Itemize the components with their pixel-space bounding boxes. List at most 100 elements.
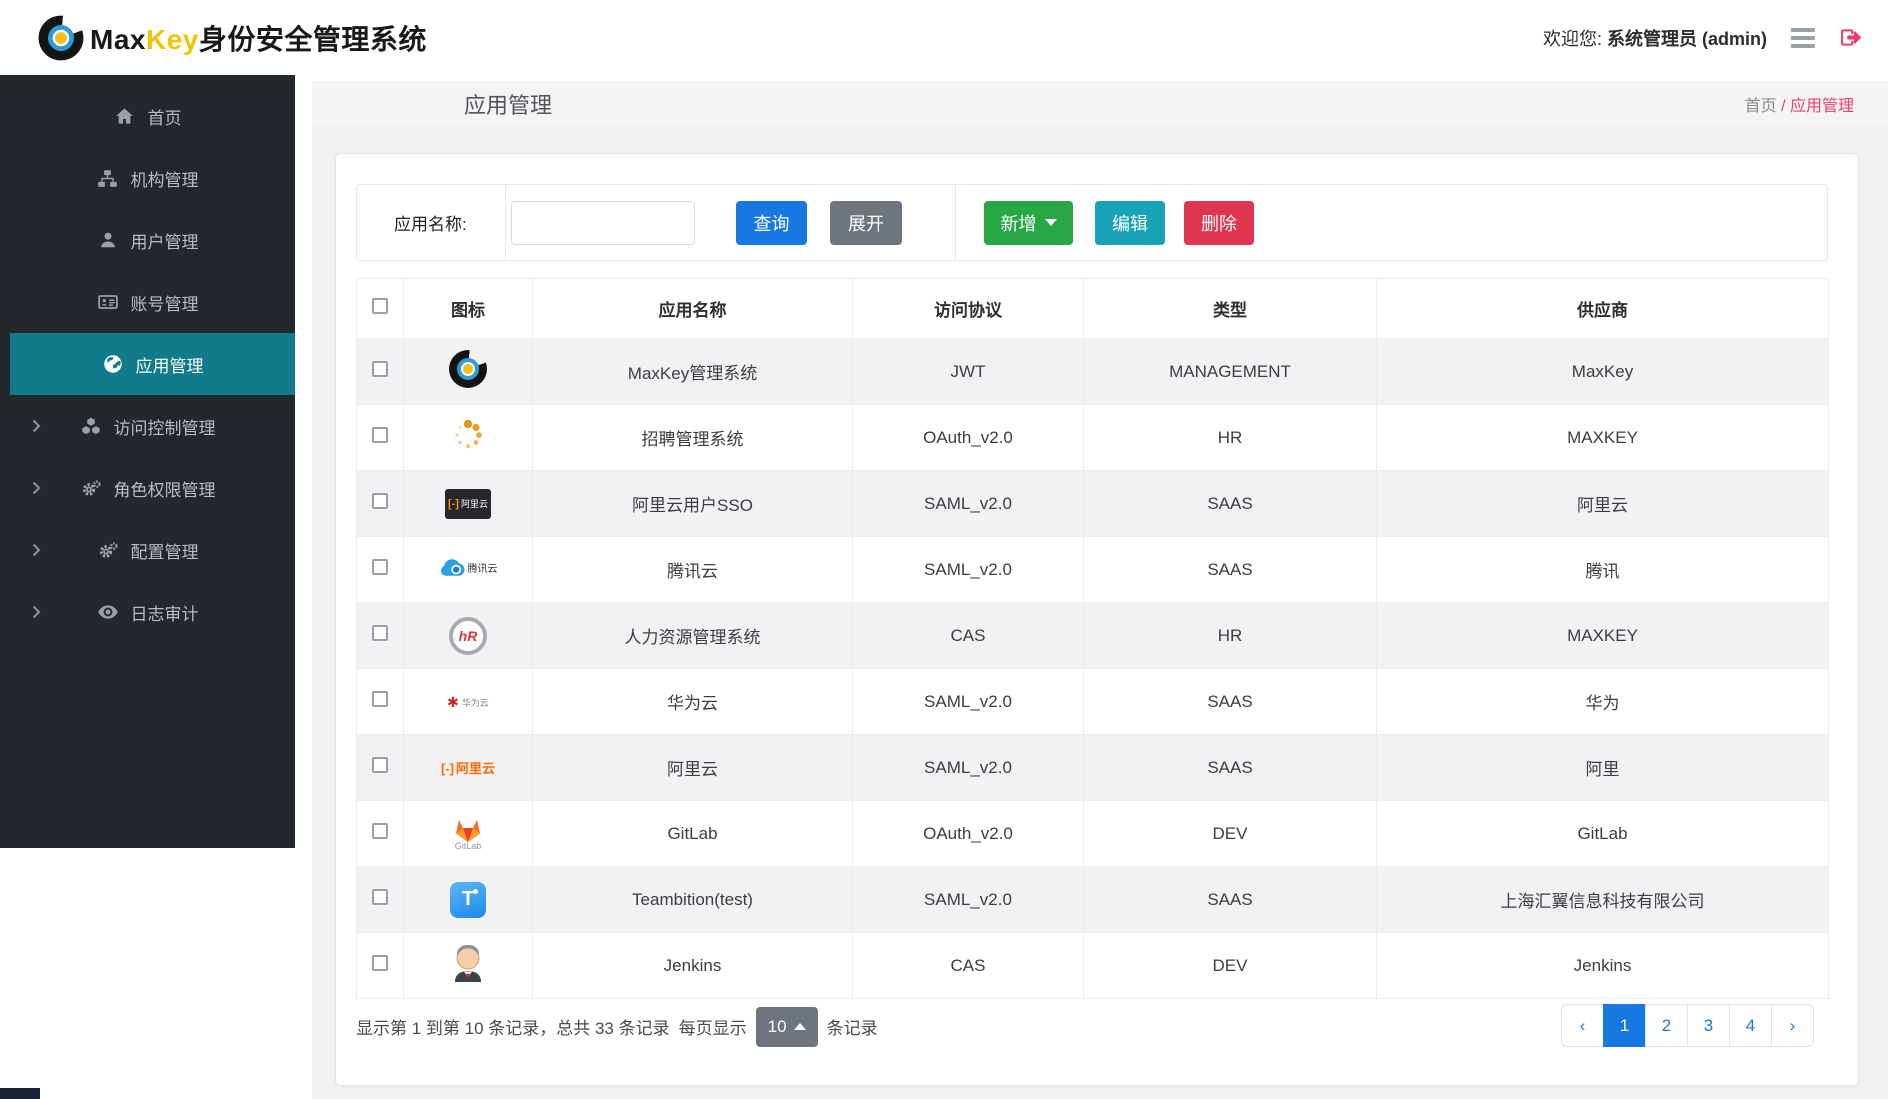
logout-icon[interactable] xyxy=(1839,27,1862,48)
sidebar-item-label: 访问控制管理 xyxy=(113,418,216,438)
huawei-cloud-icon: ✱ 华为云 xyxy=(447,693,489,710)
sidebar-item-access[interactable]: 访问控制管理 xyxy=(0,395,295,457)
header-type: 类型 xyxy=(1083,278,1377,339)
welcome-text: 欢迎您: 系统管理员 (admin) xyxy=(1542,28,1767,49)
breadcrumb-home-link[interactable]: 首页 xyxy=(1745,98,1777,115)
pagination-page-2[interactable]: 2 xyxy=(1645,1004,1688,1047)
protocol-cell: CAS xyxy=(852,932,1084,999)
sidebar-item-home[interactable]: 首页 xyxy=(0,85,295,147)
pagination-page-4[interactable]: 4 xyxy=(1729,1004,1772,1047)
row-checkbox[interactable] xyxy=(372,889,388,905)
breadcrumb-separator: / xyxy=(1781,97,1786,115)
menu-icon[interactable] xyxy=(1787,24,1819,52)
aliyun-light-icon: [-] 阿里云 xyxy=(440,760,495,776)
delete-button[interactable]: 删除 xyxy=(1184,200,1254,245)
current-user: 系统管理员 (admin) xyxy=(1607,28,1767,49)
gears-icon xyxy=(80,479,102,497)
pagination-prev[interactable]: ‹ xyxy=(1561,1004,1604,1047)
maxkey-logo-icon xyxy=(38,15,84,60)
record-summary: 显示第 1 到第 10 条记录，总共 33 条记录 xyxy=(356,1019,670,1038)
type-cell: SAAS xyxy=(1083,734,1377,801)
sidebar-item-label: 应用管理 xyxy=(135,356,204,376)
row-checkbox[interactable] xyxy=(372,823,388,839)
type-cell: SAAS xyxy=(1083,470,1377,537)
table-header-row: 图标 应用名称 访问协议 类型 供应商 xyxy=(356,278,1829,339)
app-name-cell: MaxKey管理系统 xyxy=(532,338,853,405)
row-checkbox[interactable] xyxy=(372,559,388,575)
page-size-dropdown[interactable]: 10 xyxy=(755,1006,818,1047)
table-row[interactable]: GitLab GitLab OAuth_v2.0 DEV GitLab xyxy=(356,800,1829,867)
sidebar-item-label: 账号管理 xyxy=(130,294,199,314)
table-row[interactable]: Jenkins CAS DEV Jenkins xyxy=(356,932,1829,999)
protocol-cell: SAML_v2.0 xyxy=(852,668,1084,735)
app-name-cell: 阿里云用户SSO xyxy=(532,470,853,537)
row-checkbox[interactable] xyxy=(372,625,388,641)
table-row[interactable]: 招聘管理系统 OAuth_v2.0 HR MAXKEY xyxy=(356,404,1829,471)
table-row[interactable]: [-] 阿里云 阿里云用户SSO SAML_v2.0 SAAS 阿里云 xyxy=(356,470,1829,537)
app-name-cell: 腾讯云 xyxy=(532,536,853,603)
table-row[interactable]: ✱ 华为云 华为云 SAML_v2.0 SAAS 华为 xyxy=(356,668,1829,735)
pagination-next[interactable]: › xyxy=(1771,1004,1814,1047)
type-cell: SAAS xyxy=(1083,668,1377,735)
expand-button[interactable]: 展开 xyxy=(830,200,902,245)
app-name-input[interactable] xyxy=(511,200,695,245)
chevron-right-icon xyxy=(32,419,41,433)
maxkey-app-icon xyxy=(449,350,487,388)
app-name-cell: Teambition(test) xyxy=(532,866,853,933)
brand: MaxKey身份安全管理系统 xyxy=(38,15,427,60)
type-cell: HR xyxy=(1083,404,1377,471)
search-toolbar: 应用名称: 查询 展开 新增 编辑 删除 xyxy=(356,184,1828,261)
app-name-cell: 华为云 xyxy=(532,668,853,735)
row-checkbox[interactable] xyxy=(372,361,388,377)
main-content: 应用名称: 查询 展开 新增 编辑 删除 图标 应用名称 访问协议 类型 供应商 xyxy=(312,126,1888,1099)
app-name-cell: 招聘管理系统 xyxy=(532,404,853,471)
vendor-cell: 上海汇翼信息科技有限公司 xyxy=(1376,866,1829,933)
chevron-right-icon xyxy=(32,605,41,619)
protocol-cell: JWT xyxy=(852,338,1084,405)
cubes-icon xyxy=(80,417,102,435)
vendor-cell: GitLab xyxy=(1376,800,1829,867)
vendor-cell: MAXKEY xyxy=(1376,602,1829,669)
sidebar-item-user[interactable]: 用户管理 xyxy=(0,209,295,271)
pagination-page-1[interactable]: 1 xyxy=(1603,1004,1646,1047)
jenkins-icon xyxy=(451,943,485,983)
gears-icon xyxy=(97,541,119,559)
row-checkbox[interactable] xyxy=(372,955,388,971)
app-table-body: MaxKey管理系统 JWT MANAGEMENT MaxKey 招聘管理系统 OAuth… xyxy=(356,338,1829,999)
sidebar-item-config[interactable]: 配置管理 xyxy=(0,519,295,581)
sidebar-item-audit[interactable]: 日志审计 xyxy=(0,581,295,643)
app-name-cell: 人力资源管理系统 xyxy=(532,602,853,669)
protocol-cell: CAS xyxy=(852,602,1084,669)
table-row[interactable]: 腾讯云 腾讯云 SAML_v2.0 SAAS 腾讯 xyxy=(356,536,1829,603)
per-page-unit: 条记录 xyxy=(826,1019,878,1038)
type-cell: DEV xyxy=(1083,932,1377,999)
sidebar-item-label: 日志审计 xyxy=(130,604,199,624)
bottom-left-dark-block xyxy=(0,1088,40,1099)
sidebar-item-org[interactable]: 机构管理 xyxy=(0,147,295,209)
row-checkbox[interactable] xyxy=(372,493,388,509)
page-header: 应用管理 首页 / 应用管理 xyxy=(312,81,1888,126)
row-checkbox[interactable] xyxy=(372,427,388,443)
sidebar-item-label: 配置管理 xyxy=(130,542,199,562)
sidebar-item-label: 首页 xyxy=(147,108,182,128)
topbar: MaxKey身份安全管理系统 欢迎您: 系统管理员 (admin) xyxy=(0,0,1888,75)
query-button[interactable]: 查询 xyxy=(736,200,807,245)
sidebar-item-account[interactable]: 账号管理 xyxy=(0,271,295,333)
sidebar-item-app[interactable]: 应用管理 xyxy=(10,333,295,395)
table-row[interactable]: T Teambition(test) SAML_v2.0 SAAS 上海汇翼信息科技有限… xyxy=(356,866,1829,933)
app-name-cell: Jenkins xyxy=(532,932,853,999)
type-cell: HR xyxy=(1083,602,1377,669)
pagination-page-3[interactable]: 3 xyxy=(1687,1004,1730,1047)
row-checkbox[interactable] xyxy=(372,691,388,707)
add-button[interactable]: 新增 xyxy=(984,200,1073,245)
table-row[interactable]: MaxKey管理系统 JWT MANAGEMENT MaxKey xyxy=(356,338,1829,405)
table-row[interactable]: hR 人力资源管理系统 CAS HR MAXKEY xyxy=(356,602,1829,669)
app-table: 图标 应用名称 访问协议 类型 供应商 MaxKey管理系统 JWT MANAGEM… xyxy=(356,278,1829,999)
select-all-checkbox[interactable] xyxy=(372,298,388,314)
header-vendor: 供应商 xyxy=(1376,278,1829,339)
table-row[interactable]: [-] 阿里云 阿里云 SAML_v2.0 SAAS 阿里 xyxy=(356,734,1829,801)
row-checkbox[interactable] xyxy=(372,757,388,773)
edit-button[interactable]: 编辑 xyxy=(1095,200,1165,245)
sidebar-item-role[interactable]: 角色权限管理 xyxy=(0,457,295,519)
content-card: 应用名称: 查询 展开 新增 编辑 删除 图标 应用名称 访问协议 类型 供应商 xyxy=(335,153,1859,1086)
